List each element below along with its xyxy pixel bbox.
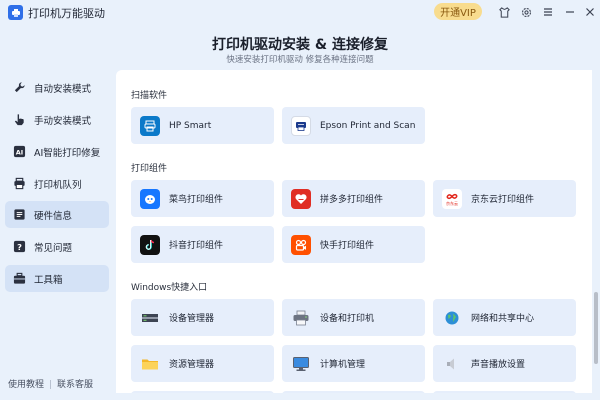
sidebar-item-label: 常见问题 bbox=[34, 242, 73, 254]
title-bar: 打印机万能驱动 开通VIP bbox=[0, 0, 600, 24]
svg-text:AI: AI bbox=[15, 148, 22, 156]
globe-icon bbox=[442, 308, 462, 328]
sidebar-item-print-queue[interactable]: 打印机队列 bbox=[5, 170, 109, 197]
cainiao-bird-icon bbox=[140, 188, 160, 209]
app-title: 打印机万能驱动 bbox=[28, 7, 105, 20]
card-label: 资源管理器 bbox=[169, 360, 215, 370]
card-file-explorer[interactable]: 资源管理器 bbox=[131, 345, 274, 382]
support-link[interactable]: 联系客服 bbox=[57, 380, 93, 390]
card-cainiao[interactable]: 菜鸟打印组件 bbox=[131, 180, 274, 217]
card-devices-printers[interactable]: 设备和打印机 bbox=[282, 299, 425, 336]
sidebar-item-ai-repair[interactable]: AI AI智能打印修复 bbox=[5, 138, 109, 165]
card-kuaishou[interactable]: 快手打印组件 bbox=[282, 226, 425, 263]
card-label: 抖音打印组件 bbox=[169, 241, 224, 251]
sidebar-item-hardware-info[interactable]: 硬件信息 bbox=[5, 201, 109, 228]
card-partial[interactable] bbox=[433, 391, 576, 393]
card-label: 网络和共享中心 bbox=[471, 314, 535, 324]
devices-printers-icon bbox=[291, 308, 311, 328]
computer-icon bbox=[291, 354, 311, 374]
sidebar-item-label: 硬件信息 bbox=[34, 210, 73, 222]
douyin-note-icon bbox=[140, 234, 160, 255]
app-logo-icon bbox=[8, 5, 23, 20]
card-douyin[interactable]: 抖音打印组件 bbox=[131, 226, 274, 263]
sidebar-item-manual-install[interactable]: 手动安装模式 bbox=[5, 106, 109, 133]
kuaishou-icon bbox=[291, 234, 311, 255]
hand-pointer-icon bbox=[12, 113, 26, 127]
card-label: 菜鸟打印组件 bbox=[169, 195, 224, 205]
hardware-icon bbox=[12, 208, 26, 222]
sidebar-item-label: 手动安装模式 bbox=[34, 115, 92, 127]
card-label: 声音播放设置 bbox=[471, 360, 526, 370]
sidebar-item-toolbox[interactable]: 工具箱 bbox=[5, 265, 109, 292]
menu-icon[interactable] bbox=[540, 4, 556, 20]
card-pinduoduo[interactable]: 拼多多打印组件 bbox=[282, 180, 425, 217]
card-label: HP Smart bbox=[169, 120, 212, 131]
speaker-icon bbox=[442, 354, 462, 374]
card-network-sharing[interactable]: 网络和共享中心 bbox=[433, 299, 576, 336]
close-icon[interactable] bbox=[582, 4, 598, 20]
card-label: 设备管理器 bbox=[169, 314, 215, 324]
question-icon: ? bbox=[12, 240, 26, 254]
sidebar-item-label: 打印机队列 bbox=[34, 179, 82, 191]
jd-logo-text: 京东云 bbox=[446, 200, 458, 206]
card-jd-cloud[interactable]: 京东云 京东云打印组件 bbox=[433, 180, 576, 217]
folder-icon bbox=[140, 354, 160, 374]
card-device-manager[interactable]: 设备管理器 bbox=[131, 299, 274, 336]
sidebar-item-label: AI智能打印修复 bbox=[34, 147, 101, 159]
sidebar: 自动安装模式 手动安装模式 AI AI智能打印修复 打印机队列 硬件信息 ? 常… bbox=[0, 70, 116, 400]
card-computer-management[interactable]: 计算机管理 bbox=[282, 345, 425, 382]
content-scrollbar[interactable] bbox=[592, 70, 600, 393]
card-label: 拼多多打印组件 bbox=[320, 195, 384, 205]
gear-icon[interactable] bbox=[518, 4, 534, 20]
printer-icon bbox=[12, 177, 26, 191]
jd-cloud-icon: 京东云 bbox=[442, 188, 462, 209]
card-label: 京东云打印组件 bbox=[471, 195, 535, 205]
card-partial[interactable] bbox=[282, 391, 425, 393]
card-label: Epson Print and Scan bbox=[320, 120, 416, 131]
sidebar-item-label: 工具箱 bbox=[34, 274, 63, 286]
hp-smart-icon bbox=[140, 115, 160, 136]
section-label-windows: Windows快捷入口 bbox=[131, 283, 208, 293]
minimize-icon[interactable] bbox=[562, 4, 578, 20]
ai-icon: AI bbox=[12, 145, 26, 159]
skin-icon[interactable] bbox=[496, 4, 512, 20]
card-epson-print-scan[interactable]: Epson Print and Scan bbox=[282, 107, 425, 144]
toolbox-icon bbox=[12, 272, 26, 286]
epson-icon bbox=[291, 115, 311, 136]
device-manager-icon bbox=[140, 308, 160, 328]
sidebar-item-auto-install[interactable]: 自动安装模式 bbox=[5, 74, 109, 101]
pinduoduo-heart-icon bbox=[291, 188, 311, 209]
page-title: 打印机驱动安装 & 连接修复 bbox=[212, 37, 388, 53]
wrench-icon bbox=[12, 81, 26, 95]
card-label: 快手打印组件 bbox=[320, 241, 375, 251]
sidebar-footer: 使用教程 联系客服 bbox=[8, 377, 93, 390]
card-partial[interactable] bbox=[131, 391, 274, 393]
section-label-components: 打印组件 bbox=[131, 164, 168, 174]
card-sound-settings[interactable]: 声音播放设置 bbox=[433, 345, 576, 382]
footer-divider bbox=[50, 380, 52, 389]
page-subtitle: 快速安装打印机驱动 修复各种连接问题 bbox=[226, 55, 374, 65]
section-label-scan: 扫描软件 bbox=[131, 91, 168, 101]
tutorial-link[interactable]: 使用教程 bbox=[8, 380, 44, 390]
open-vip-button[interactable]: 开通VIP bbox=[434, 3, 482, 20]
toolbox-panel: 扫描软件 HP Smart Epson Print and Scan 打印组件 … bbox=[116, 70, 592, 393]
svg-text:?: ? bbox=[17, 242, 22, 252]
card-hp-smart[interactable]: HP Smart bbox=[131, 107, 274, 144]
card-label: 设备和打印机 bbox=[320, 314, 375, 324]
sidebar-item-faq[interactable]: ? 常见问题 bbox=[5, 233, 109, 260]
sidebar-item-label: 自动安装模式 bbox=[34, 83, 92, 95]
card-label: 计算机管理 bbox=[320, 360, 366, 370]
scrollbar-thumb[interactable] bbox=[594, 292, 598, 364]
